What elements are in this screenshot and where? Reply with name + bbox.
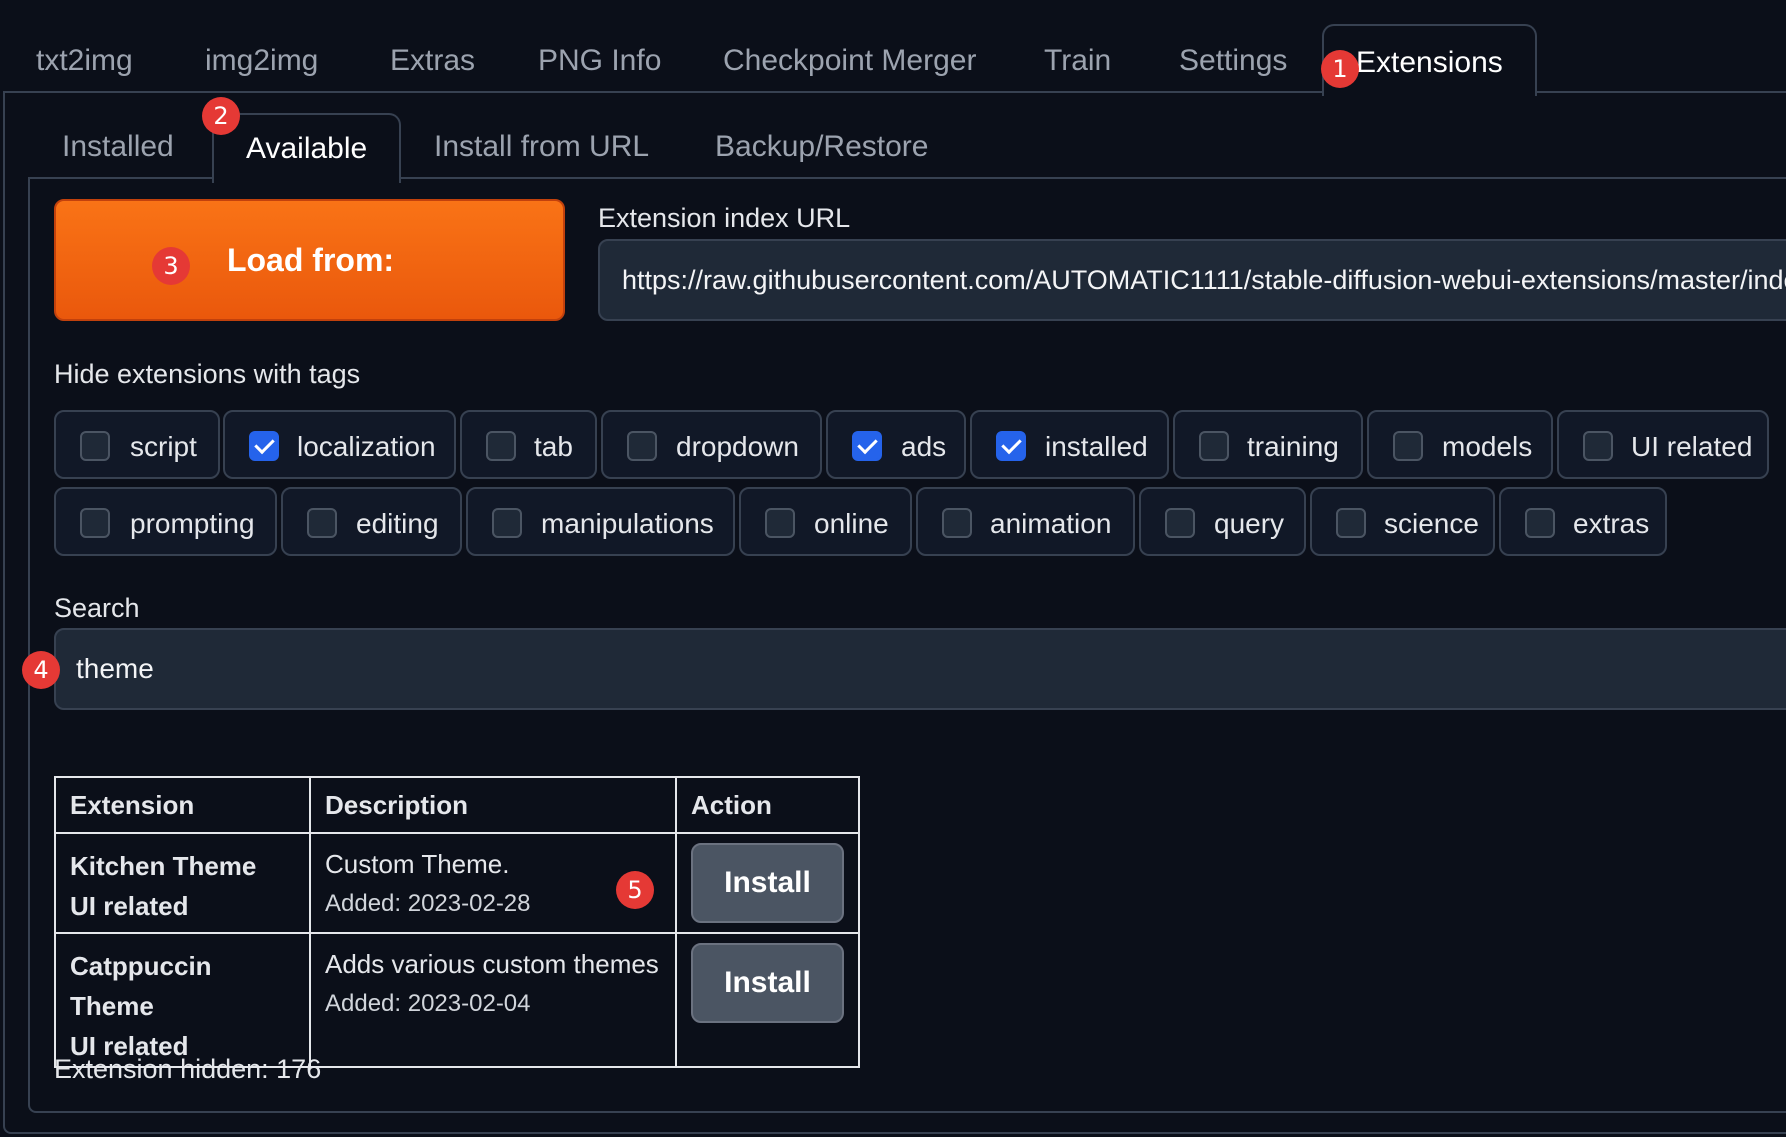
step-badge-2: 2 xyxy=(202,97,240,135)
tag-label: query xyxy=(1214,508,1285,539)
install-button[interactable]: Install xyxy=(691,943,844,1023)
tag-label: animation xyxy=(990,508,1112,539)
checkbox-online[interactable] xyxy=(765,508,795,538)
tag-label: script xyxy=(130,431,197,462)
tab-settings[interactable]: Settings xyxy=(1179,24,1287,92)
tag-manipulations[interactable]: manipulations xyxy=(466,487,735,556)
action-cell: Install xyxy=(675,832,860,934)
action-cell: Install xyxy=(675,932,860,1068)
checkbox-extras[interactable] xyxy=(1525,508,1555,538)
tag-extras[interactable]: extras xyxy=(1499,487,1667,556)
header-action: Action xyxy=(675,776,860,834)
index-url-input[interactable]: https://raw.githubusercontent.com/AUTOMA… xyxy=(598,239,1786,321)
load-from-button[interactable]: Load from: xyxy=(54,199,565,321)
extension-cell: Catppuccin Theme UI related xyxy=(54,932,311,1068)
checkbox-models[interactable] xyxy=(1393,431,1423,461)
tag-label: ads xyxy=(901,431,947,462)
extension-added-date: Added: 2023-02-04 xyxy=(325,990,531,1017)
checkbox-query[interactable] xyxy=(1165,508,1195,538)
tag-ui-related[interactable]: UI related xyxy=(1557,410,1769,479)
checkbox-editing[interactable] xyxy=(307,508,337,538)
tag-models[interactable]: models xyxy=(1367,410,1553,479)
extension-name[interactable]: Kitchen Theme xyxy=(70,846,295,886)
step-badge-4: 4 xyxy=(22,651,60,689)
tag-animation[interactable]: animation xyxy=(916,487,1135,556)
checkbox-ui-related[interactable] xyxy=(1583,431,1613,461)
checkbox-prompting[interactable] xyxy=(80,508,110,538)
tag-editing[interactable]: editing xyxy=(281,487,462,556)
extension-description: Adds various custom themes xyxy=(325,949,659,979)
checkbox-localization[interactable] xyxy=(249,431,279,461)
tag-label: training xyxy=(1247,431,1339,462)
table-row: Kitchen Theme UI related Custom Theme. A… xyxy=(54,832,860,934)
tag-label: tab xyxy=(534,431,573,462)
checkbox-ads[interactable] xyxy=(852,431,882,461)
search-label: Search xyxy=(54,593,140,623)
checkbox-science[interactable] xyxy=(1336,508,1366,538)
subtab-backup-restore[interactable]: Backup/Restore xyxy=(715,113,928,179)
tab-png-info[interactable]: PNG Info xyxy=(538,24,661,92)
tag-label: installed xyxy=(1045,431,1148,462)
tag-script[interactable]: script xyxy=(54,410,220,479)
hide-tags-label: Hide extensions with tags xyxy=(54,359,361,389)
tag-ads[interactable]: ads xyxy=(826,410,966,479)
checkbox-manipulations[interactable] xyxy=(492,508,522,538)
subtab-install-from-url[interactable]: Install from URL xyxy=(434,113,649,179)
extension-cell: Kitchen Theme UI related xyxy=(54,832,311,934)
extension-name[interactable]: Catppuccin Theme xyxy=(70,946,295,1026)
checkbox-installed[interactable] xyxy=(996,431,1026,461)
checkbox-dropdown[interactable] xyxy=(627,431,657,461)
subtab-available[interactable]: Available xyxy=(212,113,402,183)
header-extension: Extension xyxy=(54,776,311,834)
tag-localization[interactable]: localization xyxy=(223,410,456,479)
search-input[interactable]: theme xyxy=(54,628,1786,710)
extensions-hidden-count: Extension hidden: 176 xyxy=(54,1054,322,1084)
step-badge-1: 1 xyxy=(1321,50,1359,88)
tab-train[interactable]: Train xyxy=(1044,24,1111,92)
tag-training[interactable]: training xyxy=(1173,410,1363,479)
main-tab-bar: txt2img img2img Extras PNG Info Checkpoi… xyxy=(0,24,1786,96)
header-description: Description xyxy=(309,776,677,834)
tag-label: online xyxy=(814,508,889,539)
step-badge-3: 3 xyxy=(152,247,190,285)
subtab-installed[interactable]: Installed xyxy=(62,113,174,179)
extensions-page: txt2img img2img Extras PNG Info Checkpoi… xyxy=(0,0,1786,1137)
tag-label: manipulations xyxy=(541,508,714,539)
step-badge-5: 5 xyxy=(616,871,654,909)
tab-img2img[interactable]: img2img xyxy=(205,24,318,92)
checkbox-script[interactable] xyxy=(80,431,110,461)
extensions-table: Extension Description Action Kitchen The… xyxy=(54,776,860,1068)
extension-added-date: Added: 2023-02-28 xyxy=(325,890,531,917)
tag-installed[interactable]: installed xyxy=(970,410,1169,479)
tab-extras[interactable]: Extras xyxy=(390,24,475,92)
tab-txt2img[interactable]: txt2img xyxy=(36,24,133,92)
checkbox-tab[interactable] xyxy=(486,431,516,461)
tag-label: editing xyxy=(356,508,439,539)
tag-tab[interactable]: tab xyxy=(460,410,597,479)
tag-dropdown[interactable]: dropdown xyxy=(601,410,822,479)
index-url-label: Extension index URL xyxy=(598,203,851,233)
tag-science[interactable]: science xyxy=(1310,487,1495,556)
table-row: Catppuccin Theme UI related Adds various… xyxy=(54,932,860,1068)
tag-label: prompting xyxy=(130,508,255,539)
tag-label: models xyxy=(1442,431,1533,462)
tag-query[interactable]: query xyxy=(1139,487,1306,556)
tag-online[interactable]: online xyxy=(739,487,912,556)
extension-tag: UI related xyxy=(70,891,189,921)
table-header-row: Extension Description Action xyxy=(54,776,860,834)
tag-label: dropdown xyxy=(676,431,799,462)
tag-label: science xyxy=(1384,508,1479,539)
load-from-label: Load from: xyxy=(226,242,395,278)
checkbox-training[interactable] xyxy=(1199,431,1229,461)
tag-label: extras xyxy=(1573,508,1650,539)
extension-description: Custom Theme. xyxy=(325,849,510,879)
install-button[interactable]: Install xyxy=(691,843,844,923)
tag-prompting[interactable]: prompting xyxy=(54,487,277,556)
description-cell: Adds various custom themes Added: 2023-0… xyxy=(309,932,677,1068)
checkbox-animation[interactable] xyxy=(942,508,972,538)
tag-label: UI related xyxy=(1631,431,1753,462)
tab-checkpoint-merger[interactable]: Checkpoint Merger xyxy=(723,24,976,92)
tag-label: localization xyxy=(297,431,436,462)
